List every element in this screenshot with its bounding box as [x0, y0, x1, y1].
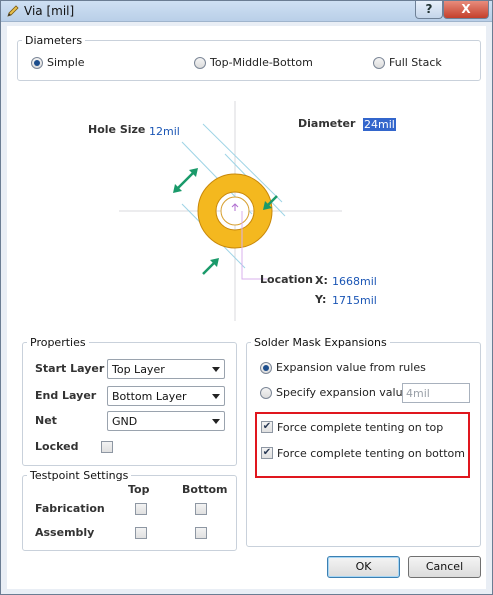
- hole-size-label: Hole Size: [88, 123, 146, 136]
- radio-simple[interactable]: [31, 57, 43, 69]
- end-layer-select[interactable]: Bottom Layer: [107, 386, 225, 406]
- hole-size-value[interactable]: 12mil: [149, 125, 180, 138]
- specify-expansion-label[interactable]: Specify expansion value: [276, 386, 409, 399]
- location-y-label: Y:: [315, 293, 327, 306]
- locked-checkbox[interactable]: [101, 441, 113, 453]
- end-layer-label: End Layer: [35, 389, 97, 402]
- testpoint-col-bottom: Bottom: [182, 483, 228, 496]
- expansion-from-rules-label[interactable]: Expansion value from rules: [276, 361, 426, 374]
- location-label: Location: [260, 273, 313, 286]
- dialog-body: Diameters Simple Top-Middle-Bottom Full …: [7, 26, 486, 589]
- net-label: Net: [35, 414, 57, 427]
- solder-mask-legend: Solder Mask Expansions: [254, 336, 387, 349]
- radio-top-middle-bottom[interactable]: [194, 57, 206, 69]
- assembly-top-checkbox[interactable]: [135, 527, 147, 539]
- start-layer-value: Top Layer: [112, 363, 165, 376]
- title-bar[interactable]: Via [mil] ? X: [1, 1, 492, 22]
- radio-expansion-from-rules[interactable]: [260, 362, 272, 374]
- expansion-value-input[interactable]: 4mil: [402, 383, 470, 403]
- diameters-legend: Diameters: [25, 34, 83, 47]
- radio-full-stack-label[interactable]: Full Stack: [389, 56, 442, 69]
- tent-top-checkbox[interactable]: ✔: [261, 421, 273, 433]
- via-dialog-window: Via [mil] ? X Diameters Simple Top-Middl…: [0, 0, 493, 595]
- radio-specify-expansion[interactable]: [260, 387, 272, 399]
- start-layer-select[interactable]: Top Layer: [107, 359, 225, 379]
- net-select[interactable]: GND: [107, 411, 225, 431]
- help-button[interactable]: ?: [415, 1, 443, 19]
- hole-size-arrow-icon: [175, 170, 196, 191]
- chevron-down-icon: [212, 367, 220, 372]
- properties-legend: Properties: [30, 336, 86, 349]
- assembly-bottom-checkbox[interactable]: [195, 527, 207, 539]
- assembly-label: Assembly: [35, 526, 95, 539]
- close-button[interactable]: X: [443, 1, 489, 19]
- pencil-app-icon: [7, 5, 19, 17]
- testpoint-col-top: Top: [128, 483, 150, 496]
- ok-button[interactable]: OK: [327, 556, 400, 578]
- location-x-label: X:: [315, 274, 328, 287]
- via-diagram: [119, 101, 342, 321]
- chevron-down-icon: [212, 419, 220, 424]
- start-layer-label: Start Layer: [35, 362, 105, 375]
- location-y-value[interactable]: 1715mil: [332, 294, 377, 307]
- cancel-button[interactable]: Cancel: [408, 556, 481, 578]
- radio-simple-label[interactable]: Simple: [47, 56, 85, 69]
- locked-label: Locked: [35, 440, 79, 453]
- fabrication-label: Fabrication: [35, 502, 105, 515]
- window-title: Via [mil]: [24, 4, 75, 18]
- testpoint-settings-legend: Testpoint Settings: [30, 469, 129, 482]
- diameter-label: Diameter: [298, 117, 356, 130]
- tent-bottom-checkbox[interactable]: ✔: [261, 447, 273, 459]
- net-value: GND: [112, 415, 138, 428]
- radio-top-middle-bottom-label[interactable]: Top-Middle-Bottom: [210, 56, 313, 69]
- fabrication-bottom-checkbox[interactable]: [195, 503, 207, 515]
- tent-bottom-label[interactable]: Force complete tenting on bottom: [277, 447, 465, 460]
- end-layer-value: Bottom Layer: [112, 390, 187, 403]
- location-x-value[interactable]: 1668mil: [332, 275, 377, 288]
- diameter-value[interactable]: 24mil: [363, 118, 396, 131]
- radio-full-stack[interactable]: [373, 57, 385, 69]
- tent-top-label[interactable]: Force complete tenting on top: [277, 421, 443, 434]
- fabrication-top-checkbox[interactable]: [135, 503, 147, 515]
- chevron-down-icon: [212, 394, 220, 399]
